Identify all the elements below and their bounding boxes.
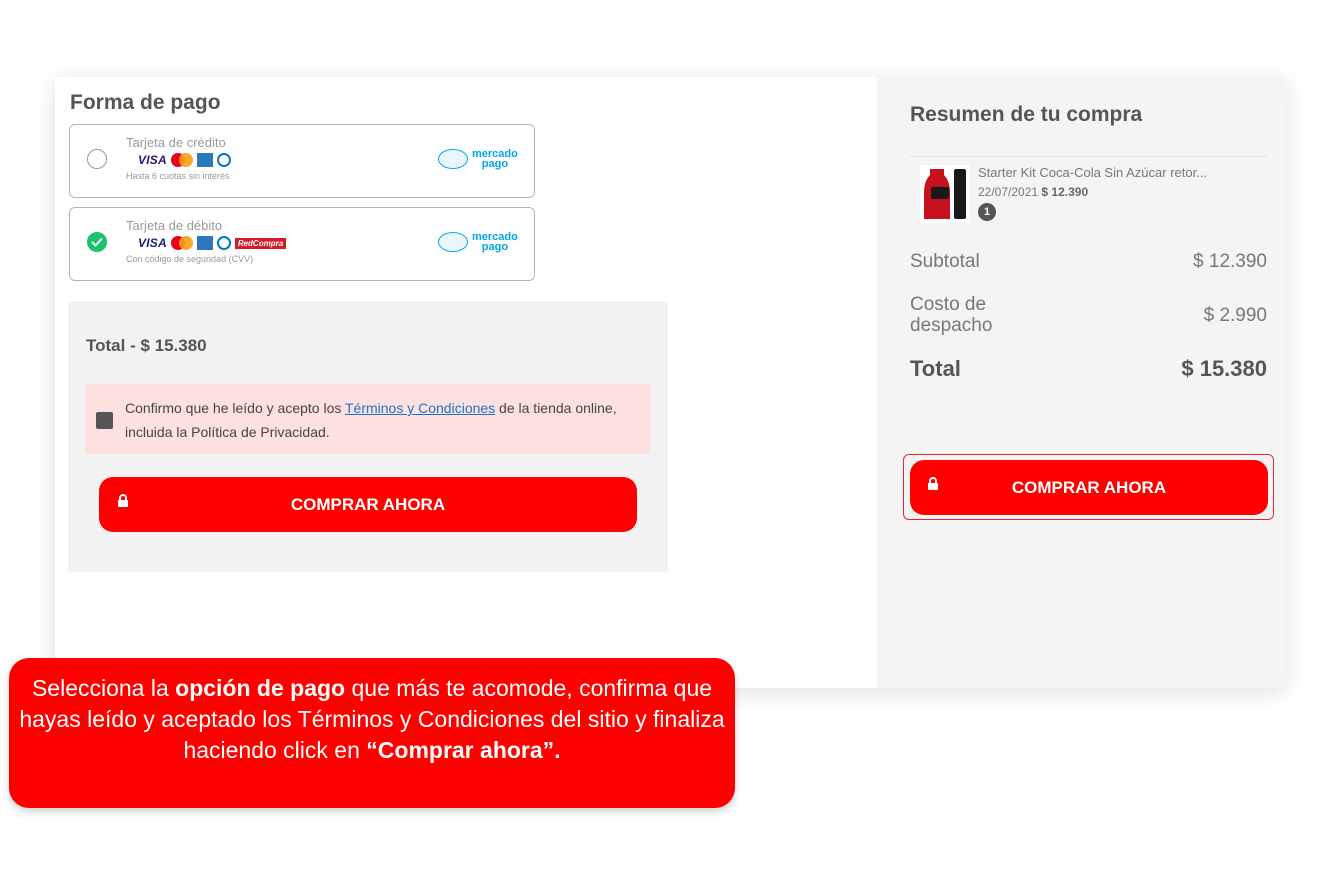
payment-option-debit[interactable]: Tarjeta de débito VISA RedCompra Con cód… xyxy=(69,207,535,281)
lock-icon xyxy=(928,477,938,490)
order-summary: Resumen de tu compra Starter Kit Coca-Co… xyxy=(877,77,1286,688)
quantity-badge: 1 xyxy=(978,203,996,221)
payment-option-credit[interactable]: Tarjeta de crédito VISA Hasta 6 cuotas s… xyxy=(69,124,535,198)
handshake-icon xyxy=(438,232,468,252)
diners-logo xyxy=(216,153,231,167)
radio-debit[interactable] xyxy=(87,232,107,252)
diners-logo xyxy=(216,236,231,250)
mercadopago-logo: mercado pago xyxy=(438,149,518,170)
mercadopago-logo: mercado pago xyxy=(438,232,518,253)
check-icon xyxy=(91,237,103,247)
terms-text: Confirmo que he leído y acepto los Térmi… xyxy=(125,400,617,440)
payment-total: Total - $ 15.380 xyxy=(86,336,207,355)
payment-total-box: Total - $ 15.380 Confirmo que he leído y… xyxy=(68,301,668,572)
shipping-row: Costo de despacho $ 2.990 xyxy=(910,294,1267,336)
card-logos-debit: VISA RedCompra xyxy=(138,235,287,251)
summary-buy-now-label: COMPRAR AHORA xyxy=(1011,478,1167,497)
subtotal-row: Subtotal $ 12.390 xyxy=(910,251,1267,272)
instruction-callout: Selecciona la opción de pago que más te … xyxy=(9,658,735,808)
product-name: Starter Kit Coca-Cola Sin Azúcar retor..… xyxy=(978,165,1208,180)
option-subtitle-debit: Con código de seguridad (CVV) xyxy=(126,254,254,264)
terms-link[interactable]: Términos y Condiciones xyxy=(345,400,495,416)
payment-section-title: Forma de pago xyxy=(70,91,221,114)
product-image xyxy=(920,165,970,223)
card-logos-credit: VISA xyxy=(138,152,231,168)
lock-icon xyxy=(118,494,128,507)
checkout-card: Forma de pago Tarjeta de crédito VISA Ha… xyxy=(55,77,1286,688)
amex-logo xyxy=(196,153,213,167)
radio-credit[interactable] xyxy=(87,149,107,169)
terms-confirmation: Confirmo que he leído y acepto los Térmi… xyxy=(85,384,650,454)
buy-now-label: COMPRAR AHORA xyxy=(290,495,446,514)
visa-logo: VISA xyxy=(138,236,167,250)
option-title-credit: Tarjeta de crédito xyxy=(126,135,226,150)
product-meta: 22/07/2021 $ 12.390 xyxy=(978,185,1089,199)
buy-now-button[interactable]: COMPRAR AHORA xyxy=(99,477,637,532)
option-subtitle-credit: Hasta 6 cuotas sin interés xyxy=(126,171,230,181)
redcompra-logo: RedCompra xyxy=(234,237,287,249)
option-title-debit: Tarjeta de débito xyxy=(126,218,223,233)
terms-checkbox[interactable] xyxy=(96,412,113,429)
amex-logo xyxy=(196,236,213,250)
mastercard-logo xyxy=(170,236,193,250)
divider xyxy=(910,156,1267,157)
summary-title: Resumen de tu compra xyxy=(910,103,1143,126)
handshake-icon xyxy=(438,149,468,169)
visa-logo: VISA xyxy=(138,153,167,167)
mastercard-logo xyxy=(170,153,193,167)
total-row: Total $ 15.380 xyxy=(910,356,1267,381)
summary-buy-now-button[interactable]: COMPRAR AHORA xyxy=(910,460,1268,515)
